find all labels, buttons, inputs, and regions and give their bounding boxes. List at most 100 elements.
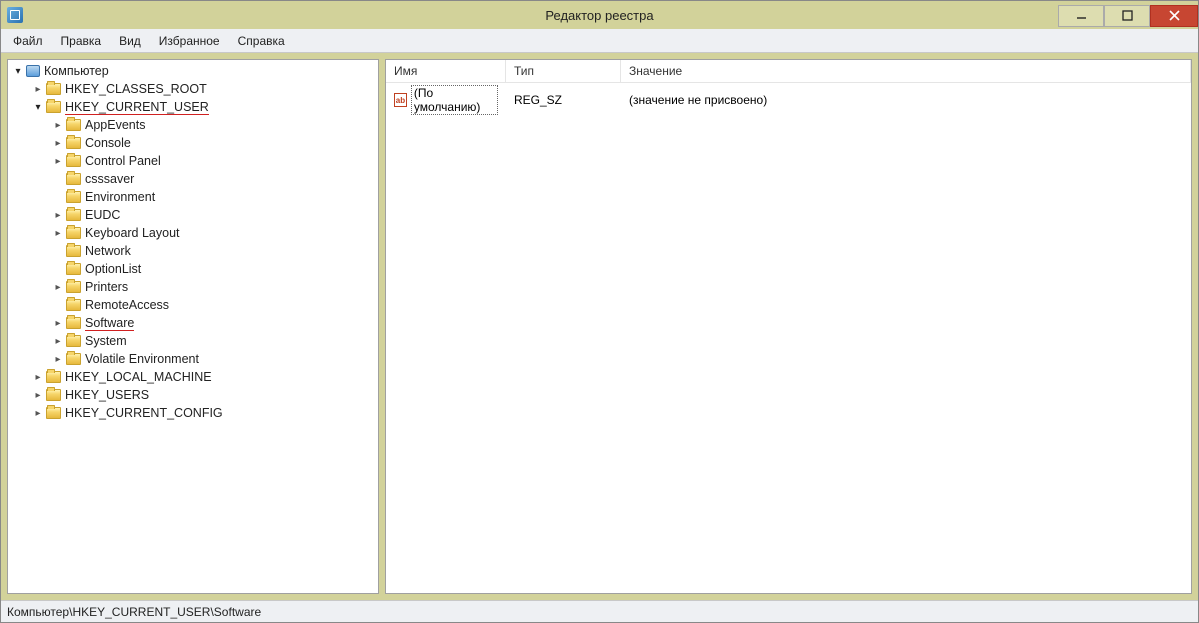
tree-node: HKEY_USERS [28, 386, 378, 404]
tree-children: HKEY_CLASSES_ROOT HKEY_CURRENT_USER AppEve… [8, 80, 378, 422]
close-button[interactable] [1150, 5, 1198, 27]
tree-item[interactable]: AppEvents [48, 116, 378, 134]
expand-icon[interactable] [52, 281, 64, 293]
tree-item[interactable]: Environment [48, 188, 378, 206]
tree-item-label: AppEvents [85, 118, 145, 132]
folder-icon [46, 389, 61, 401]
tree-item-label: Control Panel [85, 154, 161, 168]
window-buttons [1058, 4, 1198, 27]
tree-item[interactable]: Console [48, 134, 378, 152]
tree-item-label: HKEY_CURRENT_USER [65, 100, 209, 115]
expand-icon[interactable] [52, 209, 64, 221]
cell-name: ab(По умолчанию) [386, 83, 506, 117]
tree-item[interactable]: csssaver [48, 170, 378, 188]
toggle-none [52, 245, 64, 257]
menu-help[interactable]: Справка [230, 31, 293, 51]
tree-item[interactable]: Control Panel [48, 152, 378, 170]
expand-icon[interactable] [52, 137, 64, 149]
tree-item-label: HKEY_USERS [65, 388, 149, 402]
tree-item[interactable]: HKEY_LOCAL_MACHINE [28, 368, 378, 386]
tree-node: EUDC [48, 206, 378, 224]
folder-icon [66, 191, 81, 203]
tree-item[interactable]: Компьютер [8, 62, 378, 80]
folder-icon [66, 353, 81, 365]
column-value[interactable]: Значение [621, 60, 1191, 82]
tree-item[interactable]: HKEY_CURRENT_USER [28, 98, 378, 116]
tree-node: Environment [48, 188, 378, 206]
tree-root: Компьютер HKEY_CLASSES_ROOT HKEY_CURRENT_U… [8, 62, 378, 422]
tree-item-label: Keyboard Layout [85, 226, 180, 240]
tree-item-label: Environment [85, 190, 155, 204]
expand-icon[interactable] [32, 83, 44, 95]
tree-item-label: Компьютер [44, 64, 109, 78]
tree-node: HKEY_CURRENT_USER AppEvents Console Control… [28, 98, 378, 368]
tree-node: csssaver [48, 170, 378, 188]
tree-item-label: System [85, 334, 127, 348]
expand-icon[interactable] [52, 227, 64, 239]
folder-icon [66, 173, 81, 185]
menu-file[interactable]: Файл [5, 31, 51, 51]
expand-icon[interactable] [52, 335, 64, 347]
tree-item[interactable]: Keyboard Layout [48, 224, 378, 242]
tree-item[interactable]: Software [48, 314, 378, 332]
column-name[interactable]: Имя [386, 60, 506, 82]
folder-icon [66, 155, 81, 167]
tree-item[interactable]: RemoteAccess [48, 296, 378, 314]
tree-item[interactable]: Volatile Environment [48, 350, 378, 368]
folder-icon [46, 83, 61, 95]
toggle-none [52, 299, 64, 311]
tree-node: HKEY_CLASSES_ROOT [28, 80, 378, 98]
minimize-button[interactable] [1058, 5, 1104, 27]
tree-item[interactable]: HKEY_CURRENT_CONFIG [28, 404, 378, 422]
cell-value: (значение не присвоено) [621, 83, 1191, 117]
tree-item[interactable]: System [48, 332, 378, 350]
tree-panel[interactable]: Компьютер HKEY_CLASSES_ROOT HKEY_CURRENT_U… [7, 59, 379, 594]
tree-node: AppEvents [48, 116, 378, 134]
tree-item[interactable]: HKEY_USERS [28, 386, 378, 404]
tree-node: Control Panel [48, 152, 378, 170]
collapse-icon[interactable] [32, 101, 44, 113]
tree-item[interactable]: OptionList [48, 260, 378, 278]
column-type[interactable]: Тип [506, 60, 621, 82]
expand-icon[interactable] [32, 407, 44, 419]
collapse-icon[interactable] [12, 65, 24, 77]
tree-item-label: Printers [85, 280, 128, 294]
folder-icon [66, 299, 81, 311]
list-body: ab(По умолчанию)REG_SZ(значение не присв… [386, 83, 1191, 117]
tree-item-label: HKEY_CLASSES_ROOT [65, 82, 207, 96]
tree-node: Printers [48, 278, 378, 296]
tree-item[interactable]: Printers [48, 278, 378, 296]
tree-item[interactable]: Network [48, 242, 378, 260]
titlebar[interactable]: Редактор реестра [1, 1, 1198, 29]
folder-icon [66, 335, 81, 347]
expand-icon[interactable] [32, 389, 44, 401]
toggle-none [52, 191, 64, 203]
statusbar: Компьютер\HKEY_CURRENT_USER\Software [1, 600, 1198, 622]
tree-node: OptionList [48, 260, 378, 278]
tree-node: HKEY_CURRENT_CONFIG [28, 404, 378, 422]
tree-item-label: OptionList [85, 262, 141, 276]
expand-icon[interactable] [52, 119, 64, 131]
expand-icon[interactable] [52, 353, 64, 365]
tree-node: Keyboard Layout [48, 224, 378, 242]
tree-node: Console [48, 134, 378, 152]
list-header: Имя Тип Значение [386, 60, 1191, 83]
expand-icon[interactable] [32, 371, 44, 383]
expand-icon[interactable] [52, 317, 64, 329]
tree-item-label: Network [85, 244, 131, 258]
expand-icon[interactable] [52, 155, 64, 167]
tree-node: Network [48, 242, 378, 260]
tree-item[interactable]: EUDC [48, 206, 378, 224]
tree-item-label: csssaver [85, 172, 134, 186]
tree-item-label: Console [85, 136, 131, 150]
list-row[interactable]: ab(По умолчанию)REG_SZ(значение не присв… [386, 83, 1191, 117]
tree-item-label: Volatile Environment [85, 352, 199, 366]
maximize-button[interactable] [1104, 5, 1150, 27]
menu-edit[interactable]: Правка [53, 31, 110, 51]
menu-favorites[interactable]: Избранное [151, 31, 228, 51]
tree-item[interactable]: HKEY_CLASSES_ROOT [28, 80, 378, 98]
list-panel[interactable]: Имя Тип Значение ab(По умолчанию)REG_SZ(… [385, 59, 1192, 594]
tree-item-label: HKEY_CURRENT_CONFIG [65, 406, 223, 420]
menu-view[interactable]: Вид [111, 31, 149, 51]
tree-node: Volatile Environment [48, 350, 378, 368]
